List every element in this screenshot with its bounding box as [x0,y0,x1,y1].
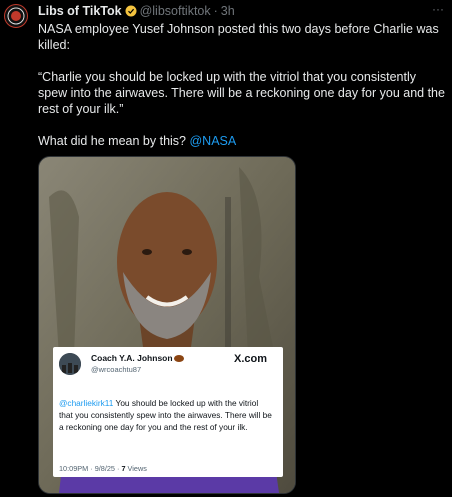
embedded-post-card: Coach Y.A. Johnson @wrcoachtu87 X.com @c… [53,347,283,477]
football-icon [173,355,184,363]
avatar[interactable] [4,4,28,28]
separator: · [213,4,218,18]
post-question: What did he mean by this? @NASA [38,133,446,149]
embedded-author-name: Coach Y.A. Johnson [91,353,184,363]
more-options-icon[interactable]: ··· [432,2,444,16]
embedded-handle: @wrcoachtu87 [91,365,142,374]
author-handle[interactable]: @libsoftiktok [140,4,211,18]
post-quote-text: “Charlie you should be locked up with th… [38,70,445,116]
embedded-body: @charliekirk11 You should be locked up w… [59,397,273,433]
x-logo: X.com [233,353,267,365]
author-name[interactable]: Libs of TikTok [38,4,122,18]
verified-badge-icon [125,5,137,17]
post-image[interactable]: Coach Y.A. Johnson @wrcoachtu87 X.com @c… [38,156,296,494]
embedded-avatar [59,353,81,375]
embedded-mention: @charliekirk11 [59,398,114,408]
question-text: What did he mean by this? [38,134,190,148]
nasa-mention-link[interactable]: @NASA [189,134,236,148]
post-text-line1: NASA employee Yusef Johnson posted this … [38,22,439,52]
embedded-timestamp: 10:09PM · 9/8/25 · [59,464,122,473]
embedded-name-text: Coach Y.A. Johnson [91,353,173,363]
post-text: NASA employee Yusef Johnson posted this … [38,21,446,149]
post-header: Libs of TikTok @libsoftiktok · 3h ··· [38,2,446,18]
post-time[interactable]: 3h [221,4,235,18]
embedded-views-label: Views [125,464,147,473]
embedded-meta: 10:09PM · 9/8/25 · 7 Views [59,464,147,473]
